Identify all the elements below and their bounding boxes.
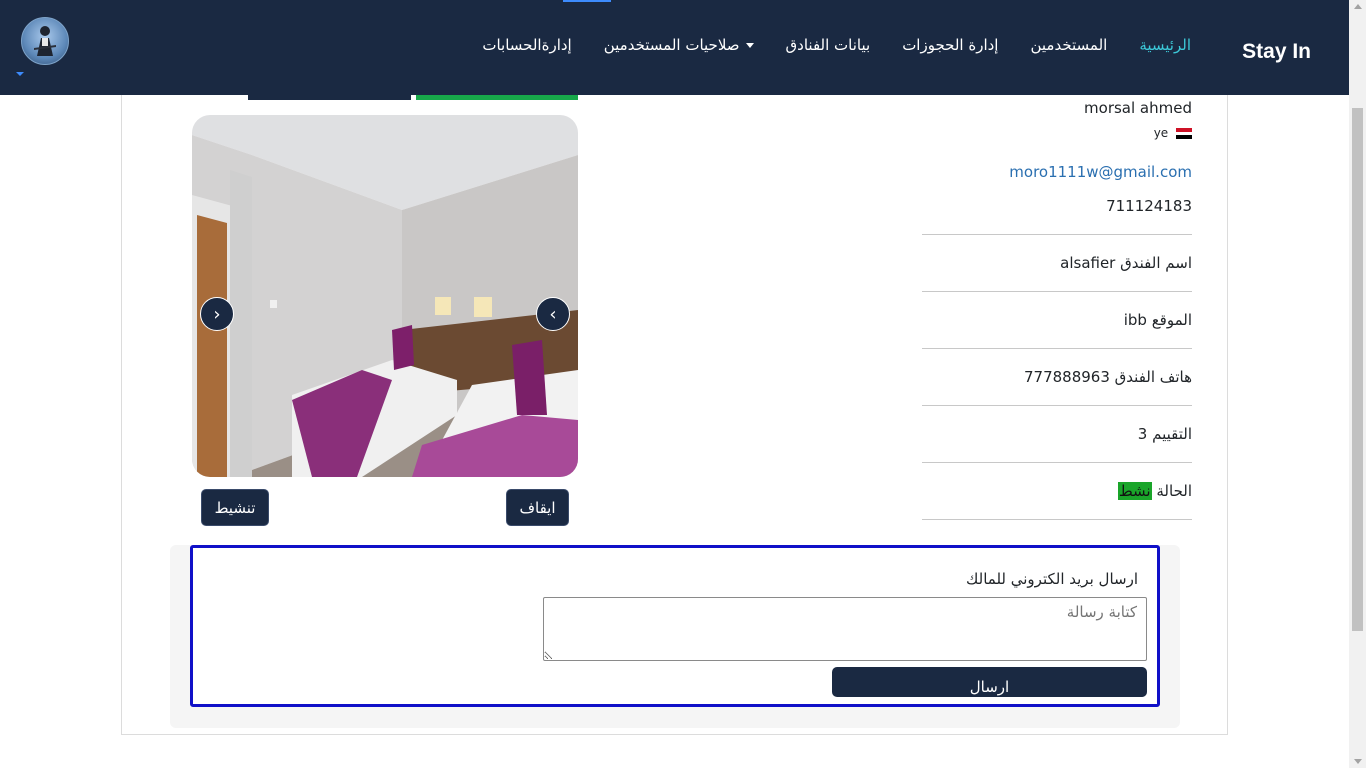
scroll-down-arrow-icon[interactable] [1354,759,1362,764]
nav-item-permissions[interactable]: صلاحيات المستخدمين [604,36,754,54]
owner-phone: 711124183 [1106,197,1192,215]
nav-item-home[interactable]: الرئيسية [1139,36,1191,54]
yemen-flag-icon [1176,128,1192,139]
send-button[interactable]: ارسال [832,667,1147,697]
hotel-phone-label: هاتف الفندق [1114,368,1192,386]
owner-name: morsal ahmed [1084,99,1192,117]
message-textarea[interactable] [543,597,1147,661]
chevron-left-icon: ‹ [549,303,557,325]
hotel-name-row: اسم الفندق alsafier [1060,254,1192,272]
hotel-location-value: ibb [1123,311,1147,329]
nav-item-bookings[interactable]: إدارة الحجوزات [902,36,998,54]
divider [922,405,1192,406]
divider [922,291,1192,292]
country-code: ye [1153,126,1169,140]
hotel-room-photo [192,115,578,477]
chevron-down-icon [745,43,754,48]
divider [922,348,1192,349]
nav-focus-accent [563,0,611,2]
email-owner-title: ارسال بريد الكتروني للمالك [966,570,1138,588]
nav-item-users[interactable]: المستخدمين [1030,36,1107,54]
owner-email-link[interactable]: moro1111w@gmail.com [1009,163,1192,181]
hotel-rating-label: التقييم [1152,425,1192,443]
email-owner-form: ارسال بريد الكتروني للمالك ارسال [190,545,1160,707]
status-badge: نشط [1117,482,1152,500]
top-navbar: Stay In الرئيسية المستخدمين إدارة الحجوز… [0,0,1349,95]
hotel-name-label: اسم الفندق [1120,254,1192,272]
page-scrollbar[interactable] [1349,0,1366,768]
hotel-status-label: الحالة [1156,482,1192,500]
hotel-location-label: الموقع [1151,311,1192,329]
brand-logo[interactable]: Stay In [1242,40,1311,64]
chevron-right-icon: › [213,303,221,325]
hotel-phone-value: 777888963 [1023,368,1110,386]
hotel-location-row: الموقع ibb [1124,311,1192,329]
scroll-thumb[interactable] [1352,108,1363,631]
activate-button[interactable]: تنشيط [201,489,269,526]
nav-item-accounts[interactable]: إدارةالحسابات [482,36,571,54]
suspend-button[interactable]: ايقاف [506,489,569,526]
nav-item-permissions-label: صلاحيات المستخدمين [603,36,740,54]
hotel-phone-row: هاتف الفندق 777888963 [1024,368,1192,386]
hotel-rating-value: 3 [1137,425,1148,443]
hotel-rating-row: التقييم 3 [1138,425,1192,443]
carousel-next-button[interactable]: ‹ [536,297,570,331]
nav-item-hotels[interactable]: بيانات الفنادق [786,36,871,54]
hotel-name-value: alsafier [1060,254,1116,272]
scroll-up-arrow-icon[interactable] [1354,4,1362,9]
hotel-status-row: الحالة نشط [1117,482,1192,500]
avatar-chevron-down-icon[interactable] [16,72,24,76]
hotel-image-carousel [192,115,578,477]
avatar-person-icon [34,26,56,56]
nav-menu: الرئيسية المستخدمين إدارة الحجوزات بيانا… [482,36,1191,54]
divider [922,519,1192,520]
divider [922,234,1192,235]
owner-country: ye [1154,126,1192,140]
carousel-prev-button[interactable]: › [200,297,234,331]
divider [922,462,1192,463]
avatar[interactable] [21,17,69,65]
